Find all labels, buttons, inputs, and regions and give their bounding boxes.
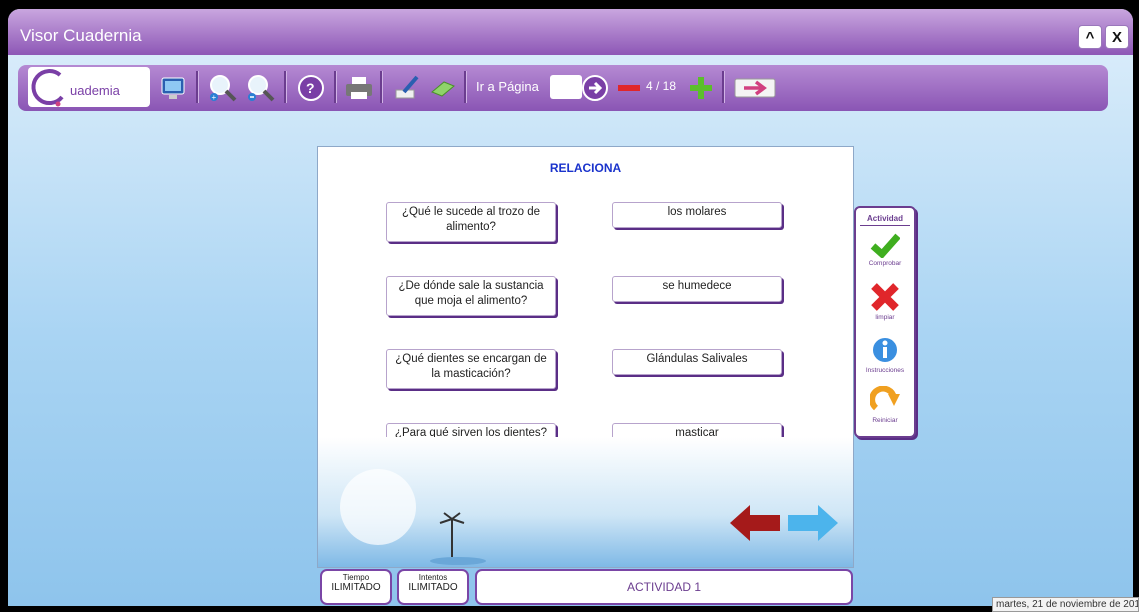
check-icon[interactable] bbox=[870, 232, 901, 263]
goto-page-input[interactable] bbox=[550, 75, 582, 99]
clear-label: limpiar bbox=[875, 314, 895, 321]
maximize-button[interactable]: ^ bbox=[1078, 25, 1102, 49]
attempts-value: ILIMITADO bbox=[408, 582, 458, 593]
logo-text: uademia bbox=[70, 83, 121, 98]
taskbar-date: martes, 21 de noviembre de 2017 bbox=[992, 597, 1139, 612]
back-arrow-icon[interactable] bbox=[730, 505, 780, 541]
info-icon[interactable] bbox=[870, 335, 900, 370]
goto-page-label: Ir a Página bbox=[476, 79, 539, 94]
check-label: Comprobar bbox=[868, 260, 902, 267]
forward-arrow-icon[interactable] bbox=[788, 505, 838, 541]
toolbar: uademia + ? Ir a Página 4 / 18 bbox=[18, 65, 1108, 111]
question-card[interactable]: ¿Qué le sucede al trozo de alimento? bbox=[386, 202, 556, 242]
page-counter: 4 / 18 bbox=[646, 79, 677, 93]
answer-card[interactable]: se humedece bbox=[612, 276, 782, 302]
palm-tree-icon bbox=[340, 469, 486, 565]
time-value: ILIMITADO bbox=[331, 582, 381, 593]
monitor-icon[interactable] bbox=[158, 73, 188, 103]
activity-panel: Actividad Comprobar limpiar Instruccione… bbox=[854, 206, 916, 438]
eraser-icon[interactable] bbox=[428, 73, 458, 103]
next-page-icon[interactable] bbox=[686, 73, 716, 103]
activity-name-box: ACTIVIDAD 1 bbox=[475, 569, 853, 605]
activity-page: RELACIONA ¿Qué le sucede al trozo de ali… bbox=[317, 146, 854, 568]
go-arrow-icon[interactable] bbox=[580, 73, 610, 103]
activity-panel-title: Actividad bbox=[866, 214, 903, 223]
question-card[interactable]: ¿Qué dientes se encargan de la masticaci… bbox=[386, 349, 556, 389]
previous-page-icon[interactable] bbox=[614, 73, 644, 103]
exit-book-icon[interactable] bbox=[732, 73, 778, 103]
cuadernia-logo: uademia bbox=[28, 67, 150, 107]
window-title: Visor Cuadernia bbox=[20, 26, 142, 45]
brush-icon[interactable] bbox=[392, 73, 422, 103]
exercise-title: RELACIONA bbox=[549, 161, 622, 175]
instructions-label: Instrucciones bbox=[865, 367, 905, 374]
answer-card[interactable]: los molares bbox=[612, 202, 782, 228]
restart-icon[interactable] bbox=[869, 385, 900, 421]
svg-text:?: ? bbox=[306, 80, 315, 96]
title-bar: Visor Cuadernia ^ X bbox=[8, 9, 1133, 55]
sky-background bbox=[318, 437, 853, 567]
question-card[interactable]: ¿De dónde sale la sustancia que moja el … bbox=[386, 276, 556, 316]
clear-icon[interactable] bbox=[870, 282, 900, 317]
attempts-box: Intentos ILIMITADO bbox=[397, 569, 469, 605]
answer-card[interactable]: Glándulas Salivales bbox=[612, 349, 782, 375]
time-label: Tiempo bbox=[342, 573, 370, 582]
svg-text:+: + bbox=[212, 93, 217, 102]
time-box: Tiempo ILIMITADO bbox=[320, 569, 392, 605]
restart-label: Reiniciar bbox=[872, 417, 898, 424]
attempts-label: Intentos bbox=[418, 573, 448, 582]
cuadernia-viewer-window: Visor Cuadernia ^ X uademia + ? Ir a Pág… bbox=[8, 9, 1133, 606]
close-button[interactable]: X bbox=[1105, 25, 1129, 49]
zoom-in-icon[interactable]: + bbox=[208, 73, 238, 103]
print-icon[interactable] bbox=[344, 73, 374, 103]
help-icon[interactable]: ? bbox=[296, 73, 326, 103]
zoom-out-icon[interactable] bbox=[246, 73, 276, 103]
